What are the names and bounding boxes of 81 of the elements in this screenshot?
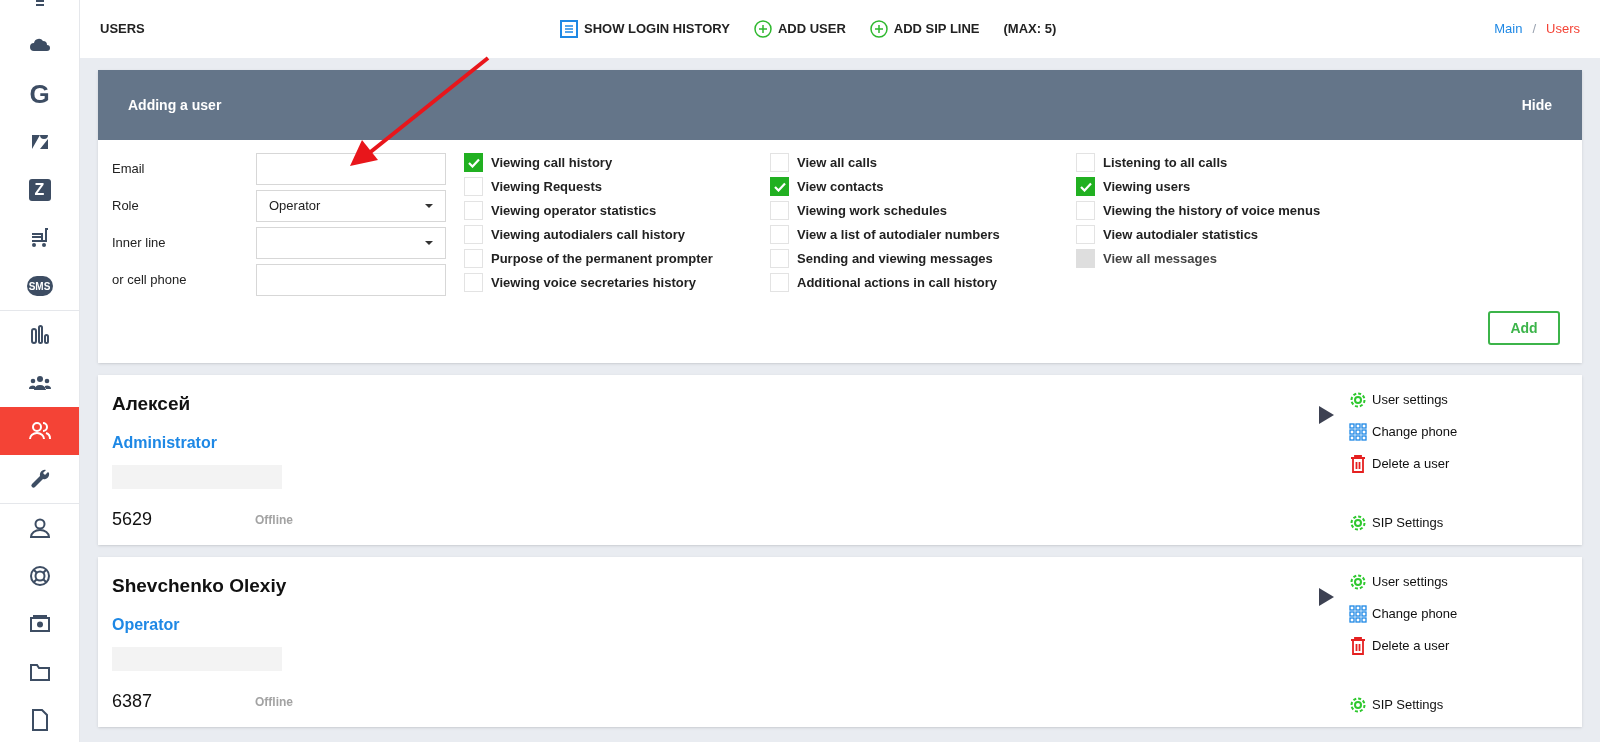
page-title: USERS [100,20,146,39]
breadcrumb-link[interactable]: Users [1546,19,1580,39]
checkbox-label: Purpose of the permanent prompter [491,249,713,268]
menu-icon [34,0,45,8]
status-label: Offline [255,693,293,711]
checkbox-label: Additional actions in call history [797,273,998,292]
field-label: or cell phone [112,271,188,290]
field-label: Email [112,160,146,179]
sidebar-item[interactable]: Z [0,166,79,214]
header-action-button[interactable]: ADD SIP LINE [869,19,980,39]
inner-line-number: 5629 [112,508,154,531]
checkbox[interactable] [464,153,483,172]
plus-circle-icon [753,20,772,38]
check-icon [467,157,480,168]
checkbox-label: Viewing voice secretaries history [491,273,696,292]
checkbox-label: Viewing operator statistics [491,201,657,220]
check-icon [1079,181,1092,192]
user-action-link[interactable]: User settings [1348,572,1568,592]
checkbox-label: Listening to all calls [1103,153,1228,172]
caret-icon [425,204,433,208]
plus-circle-icon [869,20,888,38]
checkbox-label: Viewing autodialers call history [491,225,686,244]
status-label: Offline [255,511,293,529]
person-icon [27,516,52,540]
breadcrumb-separator: / [1532,20,1537,39]
sidebar-item[interactable]: G [0,70,79,118]
gear-icon [1348,513,1368,533]
user-action-link[interactable]: SIP Settings [1348,695,1568,715]
user-action-link[interactable]: Delete a user [1348,636,1568,656]
user-name: Shevchenko Olexiy [112,574,288,598]
input-field[interactable] [256,264,446,296]
check-icon [773,181,786,192]
user-action-link[interactable]: Change phone [1348,422,1568,442]
checkbox-label: View all messages [1103,249,1217,268]
hide-button[interactable]: Hide [1521,94,1552,116]
checkbox-label: Viewing users [1103,177,1191,196]
checkbox-label: Viewing the history of voice menus [1103,201,1321,220]
checkbox-label: Sending and viewing messages [797,249,993,268]
user-role[interactable]: Administrator [112,430,1319,455]
lifebuoy-icon [27,564,52,588]
user-action-link[interactable]: Delete a user [1348,454,1568,474]
header-action-button[interactable]: SHOW LOGIN HISTORY [560,19,730,39]
sms-icon: SMS [26,276,53,296]
trash-icon [1348,636,1368,656]
caret-icon [425,241,433,245]
checkbox-label: View autodialer statistics [1103,225,1259,244]
sidebar-item[interactable]: SMS [0,262,79,310]
play-icon [1319,406,1334,424]
user-name: Алексей [112,392,192,416]
trash-icon [1348,454,1368,474]
panel-title: Adding a user [128,95,222,115]
breadcrumb-link[interactable]: Main [1494,19,1523,39]
z-logo-icon: Z [28,179,51,201]
checkbox[interactable] [1076,177,1095,196]
play-icon [1319,588,1334,606]
user-action-link[interactable]: Change phone [1348,604,1568,624]
checkbox-label: Viewing Requests [491,177,602,196]
checkbox-label: View contacts [797,177,884,196]
keypad-icon [1348,604,1368,624]
user-action-link[interactable]: SIP Settings [1348,513,1568,533]
g-logo-icon: G [29,81,50,107]
checkbox-label: View all calls [797,153,877,172]
field-label: Inner line [112,234,167,253]
checkbox-label: Viewing call history [491,153,613,172]
inner-line-number: 6387 [112,690,154,713]
select-field[interactable] [256,227,446,259]
checkbox-label: View a list of autodialer numbers [797,225,1000,244]
user-role[interactable]: Operator [112,612,1319,637]
gear-icon [1348,390,1368,410]
list-icon [560,20,578,38]
user-action-link[interactable]: User settings [1348,390,1568,410]
limit-note: (MAX: 5) [1003,20,1057,39]
field-label: Role [112,197,140,216]
checkbox-label: Viewing work schedules [797,201,948,220]
input-field[interactable] [256,153,446,185]
keypad-icon [1348,422,1368,442]
checkbox[interactable] [770,177,789,196]
select-field[interactable]: Operator [256,190,446,222]
gear-icon [1348,572,1368,592]
header-action-button[interactable]: ADD USER [753,19,846,39]
gear-icon [1348,695,1368,715]
